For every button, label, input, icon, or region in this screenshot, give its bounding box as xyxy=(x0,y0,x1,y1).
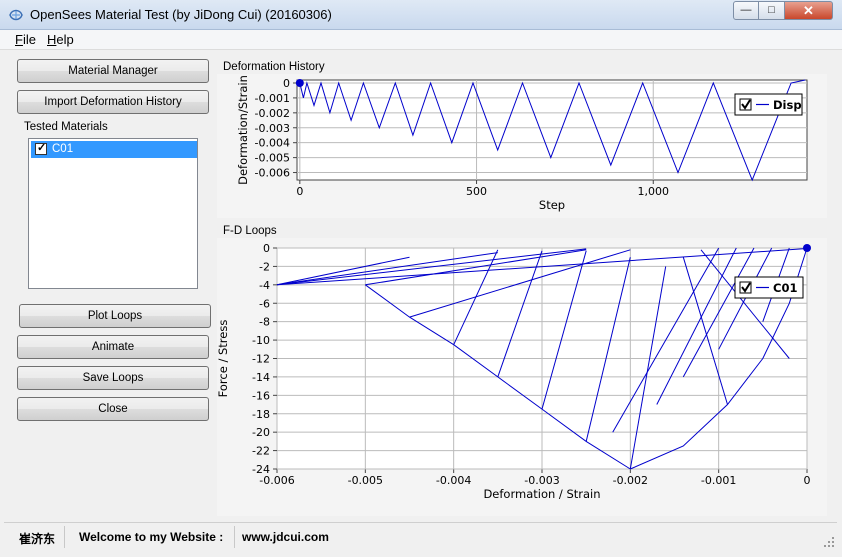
fd-loops-title: F-D Loops xyxy=(223,225,277,237)
current-point-marker xyxy=(803,244,811,252)
y-tick-label: -16 xyxy=(252,389,270,402)
y-tick-label: -0.001 xyxy=(255,92,290,105)
y-tick-label: -0.006 xyxy=(255,167,290,180)
deformation-history-panel: 0 500 1,000 0 -0.001 -0.002 -0.003 -0.004 -0.005… xyxy=(217,74,827,218)
opensees-app-icon xyxy=(9,9,23,21)
status-welcome: Welcome to my Website : xyxy=(79,530,224,544)
material-name: C01 xyxy=(52,143,74,155)
y-tick-label: -22 xyxy=(252,445,270,458)
x-axis-label: Deformation / Strain xyxy=(483,487,600,501)
material-manager-button[interactable]: Material Manager xyxy=(17,59,209,83)
y-tick-label: -12 xyxy=(252,353,270,366)
menu-help-label: elp xyxy=(56,32,74,47)
maximize-button[interactable]: □ xyxy=(759,1,785,20)
legend-label: Disp xyxy=(773,98,802,112)
menu-help-accel: H xyxy=(47,32,57,47)
menu-file-label: ile xyxy=(22,32,36,47)
deformation-history-chart[interactable]: 0 500 1,000 0 -0.001 -0.002 -0.003 -0.004 -0.005… xyxy=(217,74,827,218)
menu-file[interactable]: File xyxy=(15,32,36,47)
status-author: 崔济东 xyxy=(19,532,56,546)
y-tick-label: -8 xyxy=(259,316,270,329)
x-tick-label: -0.001 xyxy=(701,474,736,487)
plot-area xyxy=(296,79,808,181)
y-axis-label: Force / Stress xyxy=(217,320,230,398)
close-window-button[interactable]: ✕ xyxy=(785,1,833,20)
legend-label: C01 xyxy=(773,281,797,295)
import-deformation-history-button[interactable]: Import Deformation History xyxy=(17,90,209,114)
x-tick-label: -0.002 xyxy=(613,474,648,487)
status-bar: 崔济东 Welcome to my Website : www.jdcui.co… xyxy=(4,522,837,550)
x-tick-label: -0.004 xyxy=(436,474,471,487)
menu-file-accel: F xyxy=(15,32,23,47)
save-loops-button[interactable]: Save Loops xyxy=(17,366,209,390)
y-tick-label: -20 xyxy=(252,426,270,439)
x-axis-label: Step xyxy=(539,198,565,212)
status-website-link[interactable]: www.jdcui.com xyxy=(242,530,329,544)
check-mark-icon: ✓ xyxy=(37,142,47,154)
x-tick-label: 0 xyxy=(804,474,811,487)
tested-materials-label: Tested Materials xyxy=(24,121,108,133)
status-separator xyxy=(234,526,235,548)
tested-materials-list[interactable]: ✓ C01 xyxy=(28,138,198,289)
checkbox[interactable]: ✓ xyxy=(35,142,47,155)
y-axis-label: Deformation/Strain xyxy=(236,75,250,185)
y-tick-label: -0.004 xyxy=(255,137,290,150)
x-tick-label: 500 xyxy=(466,185,487,198)
y-tick-label: -0.002 xyxy=(255,107,290,120)
y-tick-label: -4 xyxy=(259,279,270,292)
x-tick-label: 1,000 xyxy=(638,185,670,198)
y-tick-label: 0 xyxy=(283,77,290,90)
title-bar[interactable]: OpenSees Material Test (by JiDong Cui) (… xyxy=(0,0,842,30)
menu-bar: File Help xyxy=(0,30,842,50)
y-tick-label: -6 xyxy=(259,297,270,310)
minimize-button[interactable]: — xyxy=(733,1,759,20)
x-tick-label: 0 xyxy=(296,185,303,198)
y-tick-label: -0.003 xyxy=(255,122,290,135)
window-title: OpenSees Material Test (by JiDong Cui) (… xyxy=(30,7,332,22)
y-tick-label: -14 xyxy=(252,371,270,384)
close-button[interactable]: Close xyxy=(17,397,209,421)
animate-button[interactable]: Animate xyxy=(17,335,209,359)
fd-loops-chart[interactable]: -0.006 -0.005 -0.004 -0.003 -0.002 -0.001 00-2… xyxy=(216,238,827,516)
status-separator xyxy=(64,526,65,548)
fd-loops-panel: -0.006 -0.005 -0.004 -0.003 -0.002 -0.001 0 0 -2… xyxy=(216,238,827,516)
deformation-history-title: Deformation History xyxy=(223,61,325,73)
x-tick-label: -0.005 xyxy=(348,474,383,487)
menu-help[interactable]: Help xyxy=(47,32,74,47)
list-item[interactable]: ✓ C01 xyxy=(31,141,197,158)
y-tick-label: -0.005 xyxy=(255,152,290,165)
y-tick-label: 0 xyxy=(263,242,270,255)
x-tick-label: -0.003 xyxy=(524,474,559,487)
y-tick-label: -18 xyxy=(252,408,270,421)
plot-loops-button[interactable]: Plot Loops xyxy=(19,304,211,328)
resize-grip-icon[interactable] xyxy=(823,536,835,548)
current-point-marker xyxy=(295,78,304,87)
y-tick-label: -24 xyxy=(252,463,270,476)
y-tick-label: -10 xyxy=(252,334,270,347)
y-tick-label: -2 xyxy=(259,260,270,273)
